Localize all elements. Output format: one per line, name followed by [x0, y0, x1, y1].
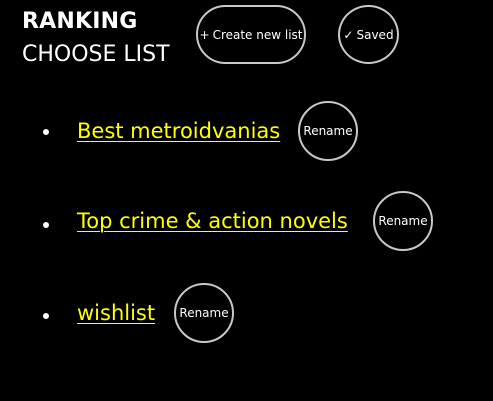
- bullet-icon: [43, 313, 49, 319]
- saved-button[interactable]: ✓ Saved: [338, 5, 399, 64]
- create-new-list-button[interactable]: + Create new list: [196, 5, 306, 64]
- list-link[interactable]: Top crime & action novels: [77, 207, 348, 235]
- rename-button[interactable]: Rename: [373, 191, 433, 251]
- checkmark-icon: ✓: [343, 27, 354, 42]
- list-link[interactable]: wishlist: [77, 299, 155, 327]
- bullet-icon: [43, 129, 49, 135]
- rename-button[interactable]: Rename: [298, 101, 358, 161]
- list-link[interactable]: Best metroidvanias: [77, 117, 280, 145]
- rename-button[interactable]: Rename: [174, 283, 234, 343]
- page-subtitle: CHOOSE LIST: [22, 42, 170, 67]
- create-new-list-label: Create new list: [212, 27, 303, 42]
- plus-icon: +: [199, 27, 210, 42]
- bullet-icon: [43, 222, 49, 228]
- app-title: RANKING: [22, 9, 138, 34]
- saved-label: Saved: [356, 27, 394, 42]
